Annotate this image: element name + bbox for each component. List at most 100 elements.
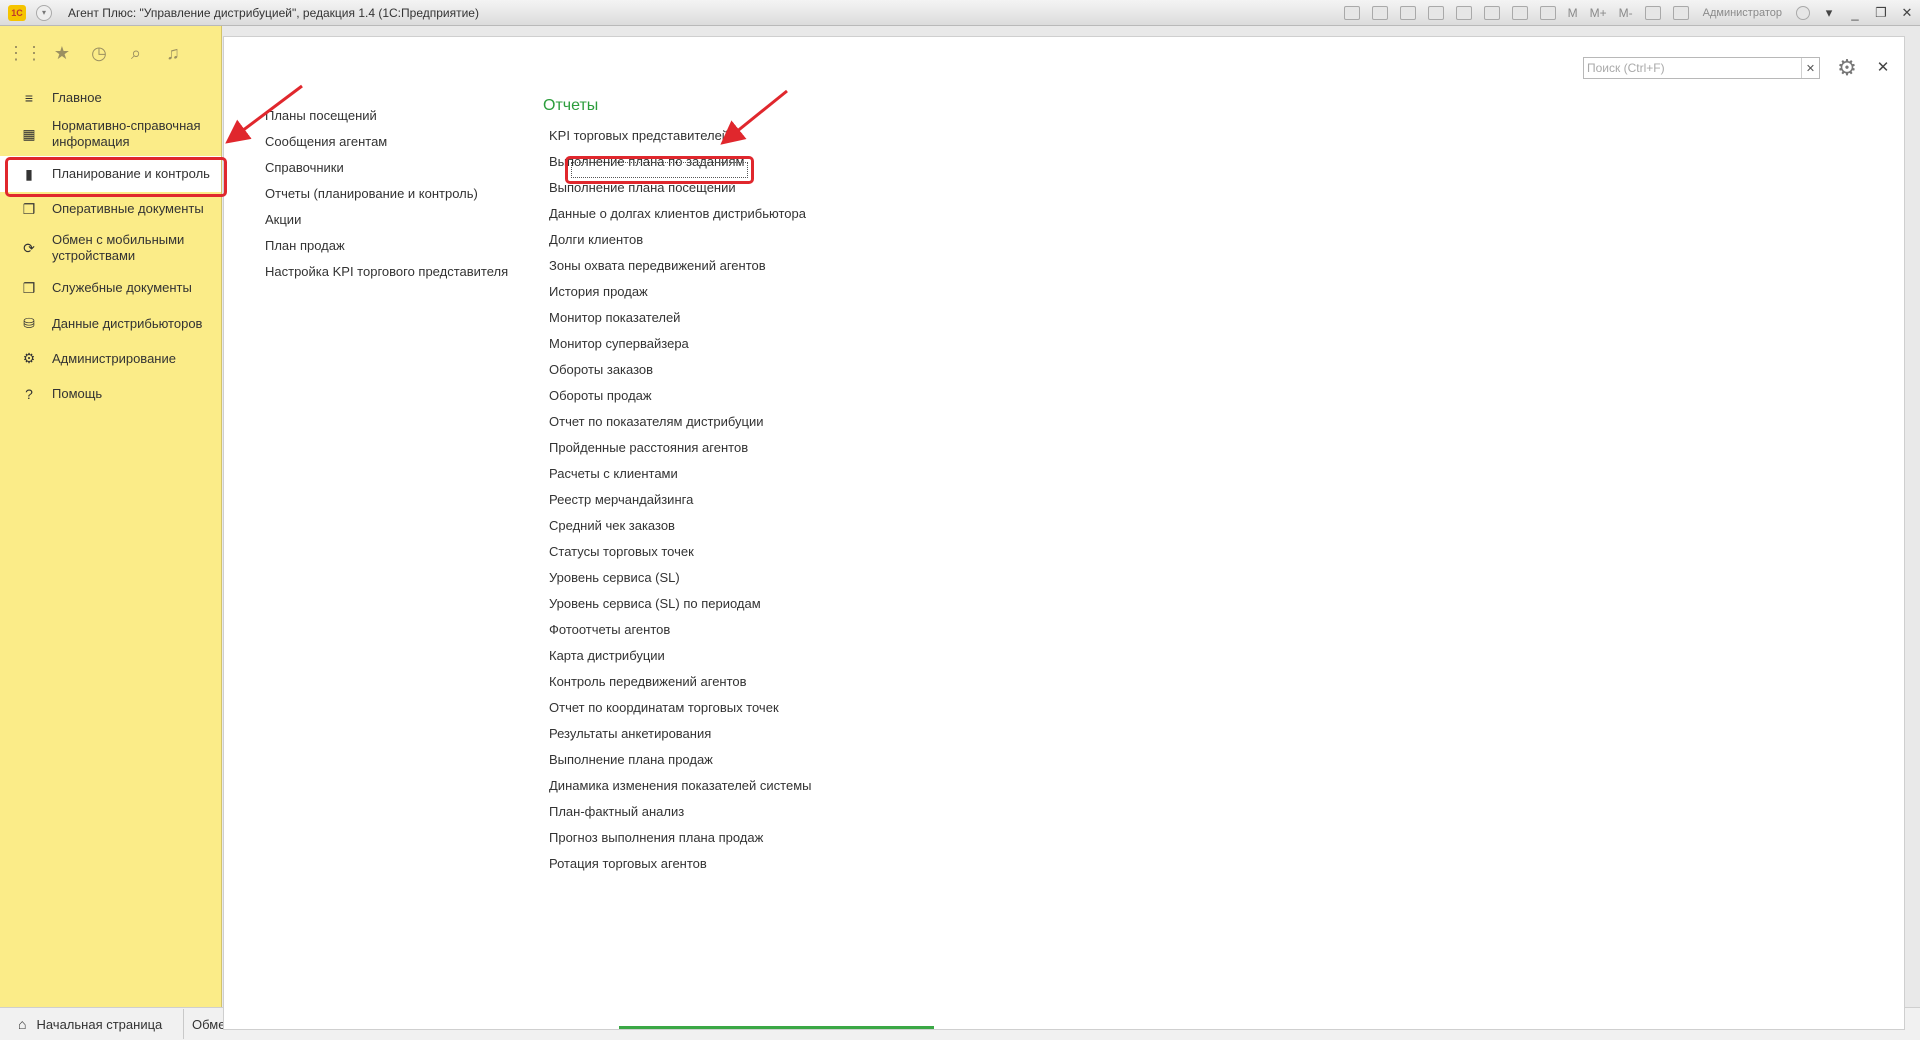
link-sales-plan[interactable]: План продаж (265, 233, 508, 259)
load-progress-line (619, 1026, 934, 1029)
report-link[interactable]: Монитор супервайзера (549, 331, 812, 357)
sidebar-item-label: Помощь (52, 385, 103, 401)
tab-label: Начальная страница (36, 1016, 163, 1032)
report-link[interactable]: История продаж (549, 279, 812, 305)
report-link[interactable]: Данные о долгах клиентов дистрибьютора (549, 201, 812, 227)
star-icon[interactable]: ★ (51, 42, 73, 64)
sidebar-item-distributor-data[interactable]: ⛁ Данные дистрибьюторов (0, 306, 221, 341)
grid-icon: ▦ (22, 125, 36, 142)
report-link[interactable]: Статусы торговых точек (549, 539, 812, 565)
section-commands: Планы посещений Сообщения агентам Справо… (265, 103, 508, 285)
report-link[interactable]: Выполнение плана по заданиям (549, 149, 812, 175)
memory-plus-button[interactable]: M+ (1590, 6, 1607, 20)
report-link[interactable]: План-фактный анализ (549, 799, 812, 825)
bell-icon[interactable]: ♫ (162, 42, 184, 64)
sidebar-item-operational-docs[interactable]: ❐ Оперативные документы (0, 192, 221, 226)
clear-icon[interactable]: ✕ (1801, 58, 1819, 78)
sidebar-item-main[interactable]: ≡ Главное (0, 80, 221, 116)
report-link[interactable]: Отчет по координатам торговых точек (549, 695, 812, 721)
report-link[interactable]: Отчет по показателям дистрибуции (549, 409, 812, 435)
current-user[interactable]: Администратор (1703, 7, 1782, 19)
window-menu-chevron-icon[interactable]: ▾ (1816, 2, 1842, 24)
sections-panel: ⋮⋮ ★ ◷ ⌕ ♫ ≡ Главное ▦ Нормативно-справо… (0, 26, 222, 1007)
report-link[interactable]: Долги клиентов (549, 227, 812, 253)
report-link[interactable]: Пройденные расстояния агентов (549, 435, 812, 461)
link-reports-planning[interactable]: Отчеты (планирование и контроль) (265, 181, 508, 207)
title-toolbar: M M+ M- Администратор ▾ _ ❐ ✕ (1338, 0, 1920, 26)
sidebar-item-planning-control[interactable]: ▮ Планирование и контроль (0, 156, 221, 192)
sidebar-item-label: Планирование и контроль (52, 166, 210, 181)
search-box: ✕ (1583, 57, 1820, 79)
close-window-button[interactable]: ✕ (1894, 2, 1920, 24)
attach-icon[interactable] (1427, 6, 1444, 20)
sidebar-item-label: Данные дистрибьюторов (52, 315, 203, 331)
print-icon[interactable] (1371, 6, 1388, 20)
main-menu-button[interactable]: ▾ (36, 4, 52, 21)
history-icon[interactable]: ◷ (88, 42, 110, 64)
search-icon[interactable]: ⌕ (125, 42, 147, 64)
document-icon: ❐ (22, 279, 36, 296)
report-link[interactable]: Выполнение плана продаж (549, 747, 812, 773)
sidebar-item-help[interactable]: ? Помощь (0, 376, 221, 411)
zoom-icon[interactable] (1644, 6, 1661, 20)
report-link[interactable]: Динамика изменения показателей системы (549, 773, 812, 799)
report-link[interactable]: Прогноз выполнения плана продаж (549, 825, 812, 851)
gear-icon[interactable]: ⚙ (1832, 55, 1862, 81)
report-link[interactable]: Ротация торговых агентов (549, 851, 812, 877)
report-link[interactable]: Обороты заказов (549, 357, 812, 383)
sidebar-item-service-docs[interactable]: ❐ Служебные документы (0, 270, 221, 306)
report-link[interactable]: Средний чек заказов (549, 513, 812, 539)
report-link[interactable]: Реестр мерчандайзинга (549, 487, 812, 513)
calculator-icon[interactable] (1539, 6, 1556, 20)
report-link[interactable]: Уровень сервиса (SL) (549, 565, 812, 591)
info-icon[interactable] (1796, 6, 1810, 20)
report-link[interactable]: Контроль передвижений агентов (549, 669, 812, 695)
sidebar-item-administration[interactable]: ⚙ Администрирование (0, 341, 221, 376)
close-icon[interactable]: ✕ (1874, 57, 1892, 77)
sidebar-item-label: Служебные документы (52, 280, 192, 295)
window-title: Агент Плюс: "Управление дистрибуцией", р… (68, 5, 479, 20)
apps-grid-icon[interactable]: ⋮⋮ (7, 42, 43, 64)
gear-icon: ⚙ (22, 350, 36, 366)
sections-toolbar: ⋮⋮ ★ ◷ ⌕ ♫ (0, 26, 221, 80)
report-link[interactable]: Монитор показателей (549, 305, 812, 331)
link-kpi-settings[interactable]: Настройка KPI торгового представителя (265, 259, 508, 285)
panels-icon[interactable] (1672, 6, 1689, 20)
minimize-button[interactable]: _ (1842, 2, 1868, 24)
sidebar-item-mobile-exchange[interactable]: ⟳ Обмен с мобильными устройствами (0, 226, 221, 270)
report-link[interactable]: Фотоотчеты агентов (549, 617, 812, 643)
table-icon[interactable] (1483, 6, 1500, 20)
sidebar-item-label: Нормативно-справочная информация (52, 118, 201, 149)
memory-button[interactable]: M (1568, 6, 1578, 20)
report-link[interactable]: Результаты анкетирования (549, 721, 812, 747)
report-link[interactable]: Расчеты с клиентами (549, 461, 812, 487)
restore-button[interactable]: ❐ (1868, 2, 1894, 24)
report-link[interactable]: Зоны охвата передвижений агентов (549, 253, 812, 279)
calendar-icon[interactable] (1511, 6, 1528, 20)
reports-list: KPI торговых представителей Выполнение пл… (549, 123, 812, 877)
report-link[interactable]: Карта дистрибуции (549, 643, 812, 669)
link-visit-plans[interactable]: Планы посещений (265, 103, 508, 129)
sidebar-item-label: Обмен с мобильными устройствами (52, 232, 185, 263)
sync-icon: ⟳ (23, 239, 35, 256)
sidebar-item-label: Главное (52, 90, 102, 105)
report-link[interactable]: Выполнение плана посещений (549, 175, 812, 201)
tab-exchange[interactable]: Обме (186, 1009, 224, 1039)
copy-icon[interactable] (1455, 6, 1472, 20)
sidebar-item-reference-data[interactable]: ▦ Нормативно-справочная информация (0, 116, 221, 152)
app-logo-icon: 1С (8, 4, 26, 21)
sidebar-item-label: Администрирование (52, 350, 176, 366)
report-link[interactable]: KPI торговых представителей (549, 123, 812, 149)
window-title-bar: 1С ▾ Агент Плюс: "Управление дистрибуцие… (0, 0, 1920, 26)
preview-icon[interactable] (1399, 6, 1416, 20)
link-agent-messages[interactable]: Сообщения агентам (265, 129, 508, 155)
report-link[interactable]: Обороты продаж (549, 383, 812, 409)
search-input[interactable] (1584, 58, 1801, 78)
question-icon: ? (25, 385, 33, 402)
tab-home-page[interactable]: ⌂ Начальная страница (8, 1009, 184, 1039)
save-icon[interactable] (1343, 6, 1360, 20)
report-link[interactable]: Уровень сервиса (SL) по периодам (549, 591, 812, 617)
link-catalogs[interactable]: Справочники (265, 155, 508, 181)
memory-minus-button[interactable]: M- (1619, 6, 1633, 20)
link-promotions[interactable]: Акции (265, 207, 508, 233)
